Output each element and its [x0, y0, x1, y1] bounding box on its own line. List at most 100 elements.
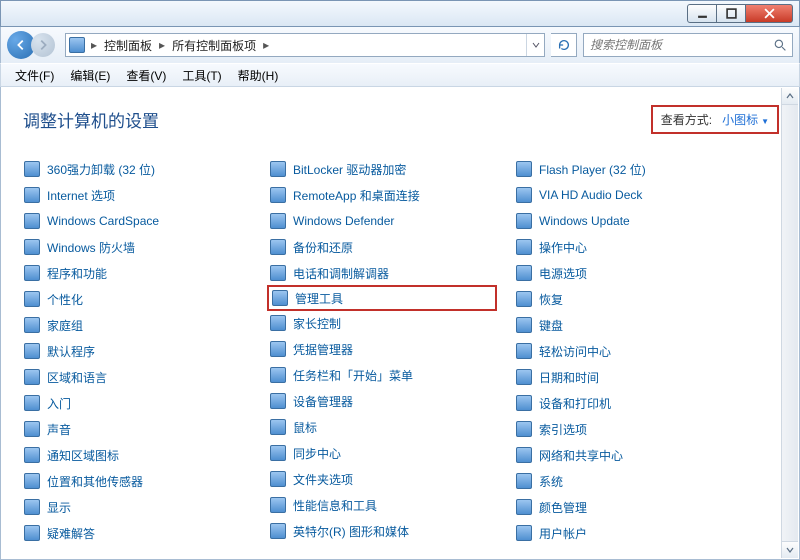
- control-panel-item[interactable]: 凭据管理器: [269, 336, 495, 362]
- control-panel-item[interactable]: 默认程序: [23, 338, 249, 364]
- forward-button[interactable]: [31, 33, 55, 57]
- close-button[interactable]: [745, 4, 793, 23]
- control-panel-item[interactable]: 任务栏和「开始」菜单: [269, 362, 495, 388]
- chevron-down-icon: [786, 546, 794, 554]
- item-label: 索引选项: [539, 421, 587, 438]
- item-label: BitLocker 驱动器加密: [293, 161, 406, 178]
- maximize-button[interactable]: [716, 4, 746, 23]
- menu-tools[interactable]: 工具(T): [176, 65, 227, 86]
- control-panel-item[interactable]: 入门: [23, 390, 249, 416]
- control-panel-item[interactable]: VIA HD Audio Deck: [515, 182, 741, 208]
- control-panel-item[interactable]: 电话和调制解调器: [269, 260, 495, 286]
- address-dropdown-button[interactable]: [526, 34, 544, 56]
- menu-help[interactable]: 帮助(H): [232, 65, 285, 86]
- getting-started-icon: [23, 394, 41, 412]
- control-panel-item[interactable]: 颜色管理: [515, 494, 741, 520]
- control-panel-item[interactable]: 程序和功能: [23, 260, 249, 286]
- color-management-icon: [515, 498, 533, 516]
- minimize-button[interactable]: [687, 4, 717, 23]
- item-label: 个性化: [47, 291, 83, 308]
- control-panel-item[interactable]: 键盘: [515, 312, 741, 338]
- cardspace-icon: [23, 212, 41, 230]
- refresh-icon: [557, 38, 571, 52]
- maximize-icon: [726, 8, 737, 19]
- breadcrumb-sep-2[interactable]: ▸: [260, 38, 272, 52]
- item-label: 电源选项: [539, 265, 587, 282]
- control-panel-item[interactable]: 同步中心: [269, 440, 495, 466]
- indexing-options-icon: [515, 420, 533, 438]
- recovery-icon: [515, 290, 533, 308]
- scroll-up-button[interactable]: [782, 88, 798, 105]
- item-label: 网络和共享中心: [539, 447, 623, 464]
- control-panel-item[interactable]: Windows Defender: [269, 208, 495, 234]
- control-panel-item[interactable]: 用户帐户: [515, 520, 741, 546]
- breadcrumb-all-items[interactable]: 所有控制面板项: [168, 37, 260, 54]
- control-panel-item[interactable]: Flash Player (32 位): [515, 156, 741, 182]
- item-label: 默认程序: [47, 343, 95, 360]
- control-panel-item[interactable]: 声音: [23, 416, 249, 442]
- search-input[interactable]: [584, 38, 768, 52]
- control-panel-item[interactable]: Windows Update: [515, 208, 741, 234]
- control-panel-item[interactable]: 英特尔(R) 图形和媒体: [269, 518, 495, 544]
- item-label: 通知区域图标: [47, 447, 119, 464]
- item-label: Windows Defender: [293, 214, 394, 228]
- page-title: 调整计算机的设置: [23, 107, 651, 132]
- control-panel-item[interactable]: 个性化: [23, 286, 249, 312]
- control-panel-item[interactable]: 电源选项: [515, 260, 741, 286]
- view-mode-value[interactable]: 小图标▼: [722, 111, 769, 128]
- scroll-down-button[interactable]: [782, 541, 798, 558]
- refresh-button[interactable]: [551, 33, 577, 57]
- item-label: RemoteApp 和桌面连接: [293, 187, 420, 204]
- control-panel-item[interactable]: Internet 选项: [23, 182, 249, 208]
- control-panel-item[interactable]: 管理工具: [267, 285, 497, 311]
- flash-player-icon: [515, 160, 533, 178]
- control-panel-item[interactable]: 区域和语言: [23, 364, 249, 390]
- control-panel-item[interactable]: 显示: [23, 494, 249, 520]
- vertical-scrollbar[interactable]: [781, 88, 798, 558]
- breadcrumb-control-panel[interactable]: 控制面板: [100, 37, 156, 54]
- control-panel-item[interactable]: 鼠标: [269, 414, 495, 440]
- control-panel-item[interactable]: 疑难解答: [23, 520, 249, 546]
- control-panel-item[interactable]: 索引选项: [515, 416, 741, 442]
- menu-view[interactable]: 查看(V): [120, 65, 172, 86]
- notification-area-icon: [23, 446, 41, 464]
- breadcrumb-sep-1[interactable]: ▸: [156, 38, 168, 52]
- item-label: 任务栏和「开始」菜单: [293, 367, 413, 384]
- control-panel-item[interactable]: 轻松访问中心: [515, 338, 741, 364]
- control-panel-item[interactable]: 家庭组: [23, 312, 249, 338]
- item-label: Windows 防火墙: [47, 239, 135, 256]
- control-panel-item[interactable]: 操作中心: [515, 234, 741, 260]
- breadcrumb-sep-root[interactable]: ▸: [88, 38, 100, 52]
- control-panel-item[interactable]: 备份和还原: [269, 234, 495, 260]
- menu-edit[interactable]: 编辑(E): [64, 65, 116, 86]
- control-panel-item[interactable]: 设备和打印机: [515, 390, 741, 416]
- control-panel-item[interactable]: 位置和其他传感器: [23, 468, 249, 494]
- address-bar[interactable]: ▸ 控制面板 ▸ 所有控制面板项 ▸: [65, 33, 545, 57]
- control-panel-item[interactable]: 通知区域图标: [23, 442, 249, 468]
- control-panel-item[interactable]: 360强力卸载 (32 位): [23, 156, 249, 182]
- control-panel-item[interactable]: RemoteApp 和桌面连接: [269, 182, 495, 208]
- menu-file[interactable]: 文件(F): [9, 65, 60, 86]
- item-label: Windows CardSpace: [47, 214, 159, 228]
- item-label: 显示: [47, 499, 71, 516]
- control-panel-item[interactable]: Windows CardSpace: [23, 208, 249, 234]
- control-panel-item[interactable]: Windows 防火墙: [23, 234, 249, 260]
- search-button[interactable]: [768, 39, 792, 52]
- mouse-icon: [269, 418, 287, 436]
- control-panel-item[interactable]: 系统: [515, 468, 741, 494]
- control-panel-item[interactable]: 网络和共享中心: [515, 442, 741, 468]
- item-label: 家庭组: [47, 317, 83, 334]
- control-panel-item[interactable]: 性能信息和工具: [269, 492, 495, 518]
- control-panel-item[interactable]: 日期和时间: [515, 364, 741, 390]
- item-label: 入门: [47, 395, 71, 412]
- control-panel-item[interactable]: 设备管理器: [269, 388, 495, 414]
- item-label: 区域和语言: [47, 369, 107, 386]
- control-panel-item[interactable]: 恢复: [515, 286, 741, 312]
- items-grid: 360强力卸载 (32 位)Internet 选项 Windows CardSpa…: [23, 156, 779, 546]
- search-box[interactable]: [583, 33, 793, 57]
- control-panel-item[interactable]: 文件夹选项: [269, 466, 495, 492]
- item-label: 声音: [47, 421, 71, 438]
- control-panel-item[interactable]: BitLocker 驱动器加密: [269, 156, 495, 182]
- troubleshooting-icon: [23, 524, 41, 542]
- control-panel-item[interactable]: 家长控制: [269, 310, 495, 336]
